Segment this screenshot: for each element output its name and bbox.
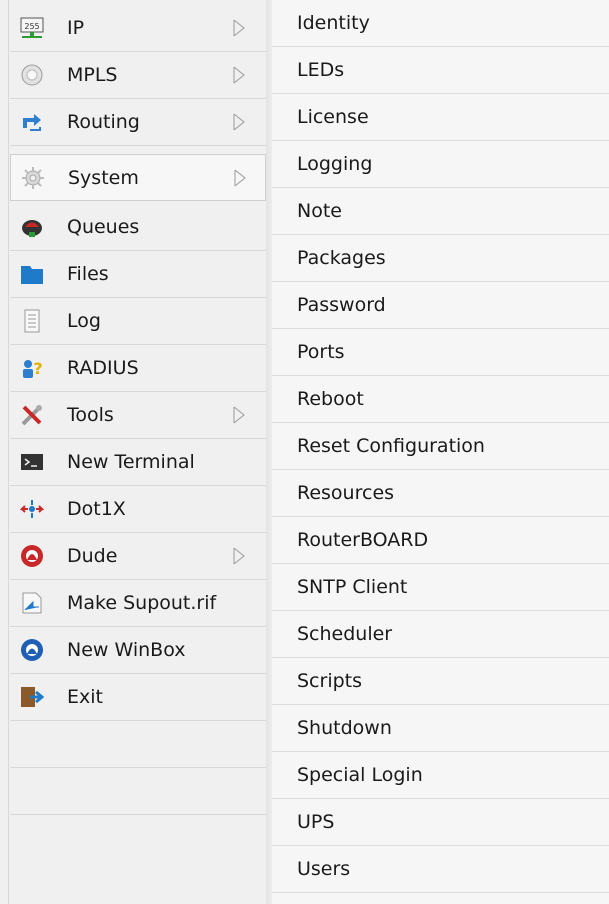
files-icon — [20, 262, 44, 286]
system-icon — [21, 166, 45, 190]
submenu-arrow-icon — [232, 65, 246, 85]
menu-item-label: Tools — [67, 404, 114, 426]
winbox-icon — [20, 638, 44, 662]
menu-item-label: Exit — [67, 686, 103, 708]
menu-item-exit[interactable]: Exit — [10, 674, 266, 721]
submenu-item-users[interactable]: Users — [272, 846, 609, 893]
svg-text:255: 255 — [24, 22, 39, 31]
submenu-item-password[interactable]: Password — [272, 282, 609, 329]
submenu-item-ups[interactable]: UPS — [272, 799, 609, 846]
submenu-arrow-icon — [232, 112, 246, 132]
menu-item-tools[interactable]: Tools — [10, 392, 266, 439]
menu-item-label: New Terminal — [67, 451, 195, 473]
menu-item-label: Dot1X — [67, 498, 126, 520]
submenu-item-label: Scheduler — [297, 623, 393, 645]
submenu-item-label: Reset Configuration — [297, 435, 485, 457]
menu-item-label: Files — [67, 263, 109, 285]
supout-icon — [20, 591, 44, 615]
submenu-item-leds[interactable]: LEDs — [272, 47, 609, 94]
exit-icon — [20, 685, 44, 709]
submenu-item-label: Users — [297, 858, 351, 880]
submenu-item-label: Scripts — [297, 670, 363, 692]
menu-item-label: New WinBox — [67, 639, 186, 661]
menu-item-label: IP — [67, 17, 85, 39]
submenu-item-scripts[interactable]: Scripts — [272, 658, 609, 705]
tools-icon — [20, 403, 44, 427]
submenu-item-label: Special Login — [297, 764, 423, 786]
submenu-item-label: Resources — [297, 482, 395, 504]
submenu-item-label: Note — [297, 200, 342, 222]
menu-item-files[interactable]: Files — [10, 251, 266, 298]
submenu-item-special-login[interactable]: Special Login — [272, 752, 609, 799]
menu-item-log[interactable]: Log — [10, 298, 266, 345]
submenu-item-label: License — [297, 106, 369, 128]
submenu-item-identity[interactable]: Identity — [272, 0, 609, 47]
menu-item-label: Make Supout.rif — [67, 592, 217, 614]
menu-item-label: Queues — [67, 216, 140, 238]
menu-item-label: MPLS — [67, 64, 118, 86]
submenu-item-ports[interactable]: Ports — [272, 329, 609, 376]
submenu-item-sntp-client[interactable]: SNTP Client — [272, 564, 609, 611]
submenu-item-note[interactable]: Note — [272, 188, 609, 235]
submenu-item-label: Identity — [297, 12, 370, 34]
submenu-item-scheduler[interactable]: Scheduler — [272, 611, 609, 658]
svg-text:?: ? — [33, 359, 42, 378]
menu-item-label: Routing — [67, 111, 140, 133]
menu-item-label: Log — [67, 310, 101, 332]
mpls-icon — [20, 63, 44, 87]
submenu-item-label: Reboot — [297, 388, 364, 410]
submenu-item-shutdown[interactable]: Shutdown — [272, 705, 609, 752]
submenu-item-label: Ports — [297, 341, 345, 363]
queues-icon — [20, 215, 44, 239]
menu-item-new-winbox[interactable]: New WinBox — [10, 627, 266, 674]
menu-item-label: Dude — [67, 545, 118, 567]
radius-icon: ? — [20, 356, 44, 380]
menu-blank-row — [10, 721, 266, 768]
submenu-item-reboot[interactable]: Reboot — [272, 376, 609, 423]
ip-icon: 255 — [20, 16, 44, 40]
menu-item-routing[interactable]: Routing — [10, 99, 266, 146]
submenu-arrow-icon — [232, 18, 246, 38]
submenu-item-label: RouterBOARD — [297, 529, 429, 551]
menu-item-dude[interactable]: Dude — [10, 533, 266, 580]
menu-item-new-terminal[interactable]: New Terminal — [10, 439, 266, 486]
menu-item-queues[interactable]: Queues — [10, 204, 266, 251]
menu-item-mpls[interactable]: MPLS — [10, 52, 266, 99]
submenu-item-reset-configuration[interactable]: Reset Configuration — [272, 423, 609, 470]
dot1x-icon — [20, 497, 44, 521]
submenu-item-resources[interactable]: Resources — [272, 470, 609, 517]
menu-left-edge — [8, 0, 9, 904]
log-icon — [20, 309, 44, 333]
submenu-item-label: Logging — [297, 153, 373, 175]
menu-item-label: System — [68, 167, 139, 189]
menu-blank-row — [10, 768, 266, 815]
submenu-item-label: Packages — [297, 247, 386, 269]
dude-icon — [20, 544, 44, 568]
menu-item-system[interactable]: System — [10, 154, 266, 201]
submenu-arrow-icon — [232, 546, 246, 566]
menu-item-dot1x[interactable]: Dot1X — [10, 486, 266, 533]
submenu-item-routerboard[interactable]: RouterBOARD — [272, 517, 609, 564]
menu-item-ip[interactable]: 255 IP — [10, 5, 266, 52]
menu-item-radius[interactable]: ? RADIUS — [10, 345, 266, 392]
submenu-item-label: SNTP Client — [297, 576, 408, 598]
submenu-item-label: LEDs — [297, 59, 345, 81]
submenu-item-packages[interactable]: Packages — [272, 235, 609, 282]
menu-item-label: RADIUS — [67, 357, 139, 379]
submenu-item-logging[interactable]: Logging — [272, 141, 609, 188]
submenu-item-label: UPS — [297, 811, 335, 833]
submenu-arrow-icon — [232, 405, 246, 425]
submenu-item-label: Shutdown — [297, 717, 392, 739]
submenu-item-label: Password — [297, 294, 386, 316]
menu-item-make-supout[interactable]: Make Supout.rif — [10, 580, 266, 627]
routing-icon — [20, 110, 44, 134]
submenu-item-license[interactable]: License — [272, 94, 609, 141]
submenu-arrow-icon — [233, 168, 247, 188]
terminal-icon — [20, 450, 44, 474]
